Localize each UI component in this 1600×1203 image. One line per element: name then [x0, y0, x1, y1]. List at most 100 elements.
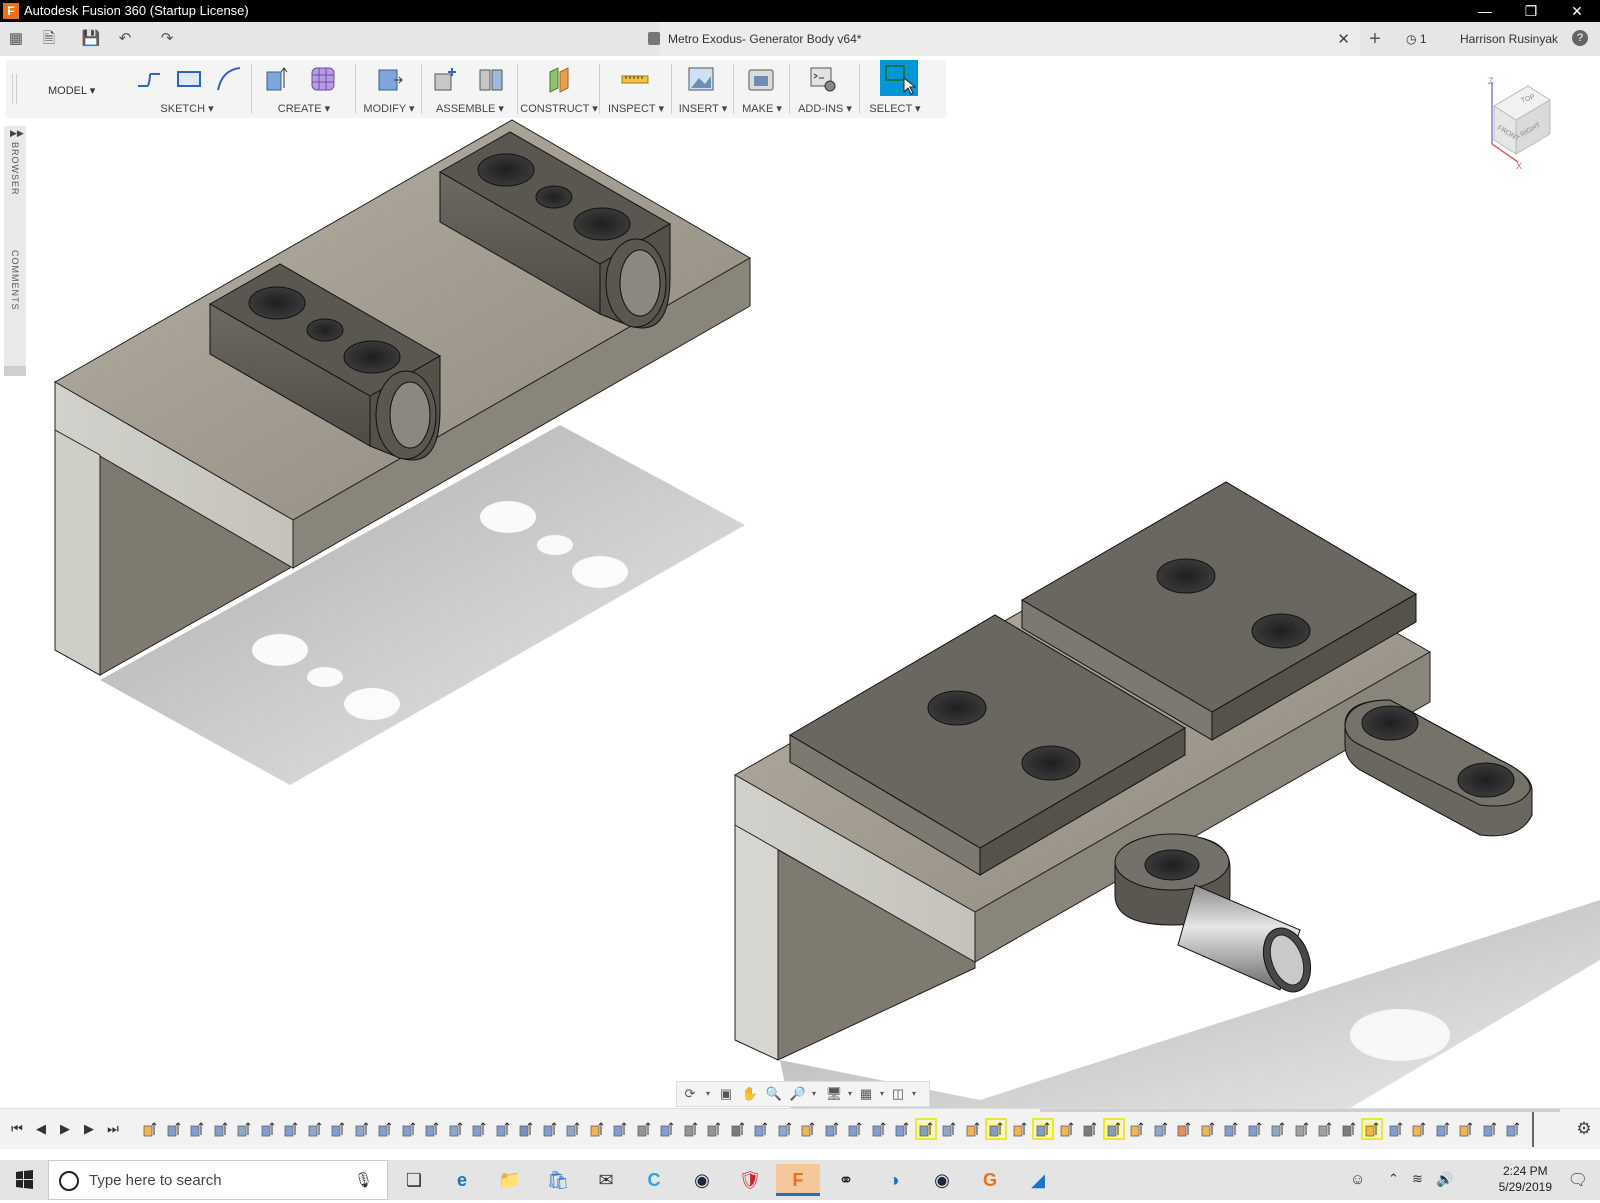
timeline-thread-feature-icon[interactable] — [636, 1121, 652, 1137]
save-icon[interactable]: 💾 — [80, 28, 102, 50]
timeline-last-icon[interactable]: ⏭ — [104, 1119, 122, 1139]
timeline-combine-feature-icon[interactable] — [518, 1121, 534, 1137]
timeline-extrude-feature-icon[interactable] — [871, 1121, 887, 1137]
xbox-icon[interactable]: ⚭ — [824, 1164, 868, 1196]
user-name[interactable]: Harrison Rusinyak — [1460, 32, 1558, 46]
timeline-extrude-feature-icon[interactable] — [1388, 1121, 1404, 1137]
offset-plane-icon[interactable] — [544, 64, 574, 94]
timeline-fillet-feature-icon[interactable] — [941, 1121, 957, 1137]
file-menu-icon[interactable]: 🗎 — [38, 28, 60, 50]
timeline-extrude-feature-icon[interactable] — [401, 1121, 417, 1137]
create-sketch-line-icon[interactable] — [134, 64, 164, 94]
modify-group[interactable]: MODIFY ▾ — [356, 60, 422, 118]
sketch-group[interactable]: SKETCH ▾ — [122, 60, 252, 118]
timeline-extrude-feature-icon[interactable] — [1247, 1121, 1263, 1137]
timeline-extrude-feature-icon[interactable] — [914, 1118, 937, 1140]
timeline-next-icon[interactable]: ▶ — [80, 1119, 98, 1139]
timeline-extrude-feature-icon[interactable] — [1482, 1121, 1498, 1137]
timeline-play-icon[interactable]: ▶ — [56, 1119, 74, 1139]
timeline-first-icon[interactable]: ⏮ — [8, 1119, 26, 1139]
timeline-extrude-feature-icon[interactable] — [1505, 1121, 1521, 1137]
taskbar-search[interactable]: Type here to search 🎙 — [48, 1160, 388, 1200]
timeline-extrude-feature-icon[interactable] — [1223, 1121, 1239, 1137]
windows-start-icon[interactable] — [0, 1160, 48, 1200]
timeline-thread-feature-icon[interactable] — [683, 1121, 699, 1137]
close-icon[interactable]: ✕ — [1554, 0, 1600, 22]
edge-browser-icon[interactable]: e — [440, 1164, 484, 1196]
timeline-move-feature-icon[interactable] — [1082, 1121, 1098, 1137]
timeline-extrude-feature-icon[interactable] — [753, 1121, 769, 1137]
timeline-extrude-feature-icon[interactable] — [847, 1121, 863, 1137]
form-icon[interactable] — [308, 64, 338, 94]
timeline-extrude-feature-icon[interactable] — [1032, 1118, 1054, 1140]
timeline-sketch-feature-icon[interactable] — [1012, 1121, 1028, 1137]
timeline-extrude-feature-icon[interactable] — [894, 1121, 910, 1137]
link-arm[interactable] — [1344, 699, 1533, 837]
app-blue-circle-icon[interactable]: ◑ — [872, 1164, 916, 1196]
notification-center-icon[interactable]: 🗨 — [1568, 1170, 1588, 1190]
zoom-icon[interactable]: 🔍 — [765, 1085, 783, 1103]
timeline-appearance-feature-icon[interactable] — [1176, 1121, 1192, 1137]
timeline-fillet-feature-icon[interactable] — [236, 1121, 252, 1137]
timeline-mirror-feature-icon[interactable] — [706, 1121, 722, 1137]
fit-dropdown-icon[interactable]: ▾ — [805, 1085, 823, 1103]
people-icon[interactable]: ☺ — [1350, 1171, 1365, 1188]
timeline-extrude-feature-icon[interactable] — [283, 1121, 299, 1137]
task-view-icon[interactable]: ❏ — [392, 1164, 436, 1196]
data-panel-grid-icon[interactable]: ▦ — [5, 28, 27, 50]
timeline-fillet-feature-icon[interactable] — [448, 1121, 464, 1137]
timeline-fillet-feature-icon[interactable] — [1270, 1121, 1286, 1137]
timeline-move-feature-icon[interactable] — [1341, 1121, 1357, 1137]
app-diagonal-icon[interactable]: ◢ — [1016, 1164, 1060, 1196]
timeline-fillet-feature-icon[interactable] — [354, 1121, 370, 1137]
microphone-icon[interactable]: 🎙 — [354, 1171, 373, 1189]
model-viewport[interactable] — [0, 118, 1600, 1108]
timeline-extrude-feature-icon[interactable] — [1435, 1121, 1451, 1137]
timeline-extrude-feature-icon[interactable] — [471, 1121, 487, 1137]
timeline-sketch-feature-icon[interactable] — [1411, 1121, 1427, 1137]
wifi-icon[interactable]: ≋ — [1412, 1171, 1423, 1187]
timeline-marker[interactable] — [1532, 1111, 1534, 1147]
timeline-extrude-feature-icon[interactable] — [189, 1121, 205, 1137]
orbit-icon[interactable]: ⟳ — [681, 1085, 699, 1103]
timeline-previous-icon[interactable]: ◀ — [32, 1119, 50, 1139]
select-tool-icon[interactable] — [880, 60, 918, 96]
timeline-extrude-feature-icon[interactable] — [824, 1121, 840, 1137]
timeline-sketch-feature-icon[interactable] — [1200, 1121, 1216, 1137]
minimize-icon[interactable]: — — [1462, 0, 1508, 22]
arc-icon[interactable] — [214, 64, 244, 94]
help-icon[interactable]: ? — [1572, 30, 1588, 46]
timeline-fillet-feature-icon[interactable] — [1153, 1121, 1169, 1137]
timeline-sketch-feature-icon[interactable] — [589, 1121, 605, 1137]
close-tab-icon[interactable]: ✕ — [1337, 30, 1350, 48]
antivirus-shield-icon[interactable]: 🛡 — [728, 1164, 772, 1196]
orbit-dropdown-icon[interactable]: ▾ — [699, 1085, 717, 1103]
timeline-extrude-feature-icon[interactable] — [495, 1121, 511, 1137]
select-group[interactable]: SELECT ▾ — [860, 60, 930, 118]
new-component-icon[interactable] — [430, 64, 460, 94]
timeline-sketch-feature-icon[interactable] — [1059, 1121, 1075, 1137]
timeline-extrude-feature-icon[interactable] — [330, 1121, 346, 1137]
timeline-settings-gear-icon[interactable]: ⚙ — [1574, 1119, 1594, 1139]
system-clock[interactable]: 2:24 PM 5/29/2019 — [1499, 1163, 1552, 1195]
tray-chevron-up-icon[interactable]: ⌃ — [1388, 1171, 1399, 1187]
extrude-icon[interactable] — [262, 64, 292, 94]
timeline-extrude-feature-icon[interactable] — [659, 1121, 675, 1137]
3d-print-icon[interactable] — [746, 64, 776, 94]
fusion-360-taskbar-icon[interactable]: F — [776, 1164, 820, 1196]
measure-icon[interactable] — [620, 64, 650, 94]
construct-group[interactable]: CONSTRUCT ▾ — [518, 60, 600, 118]
scripts-addins-icon[interactable] — [808, 64, 838, 94]
viewports-dropdown-icon[interactable]: ▾ — [905, 1085, 923, 1103]
workspace-switcher[interactable]: MODEL ▾ — [6, 60, 118, 118]
timeline-sketch-feature-icon[interactable] — [1361, 1118, 1383, 1140]
assemble-group[interactable]: ASSEMBLE ▾ — [422, 60, 518, 118]
microsoft-store-icon[interactable]: 🛍 — [536, 1164, 580, 1196]
pivot-ring-with-pin[interactable] — [1114, 833, 1319, 999]
timeline-pattern-feature-icon[interactable] — [1317, 1121, 1333, 1137]
new-tab-plus-icon[interactable]: + — [1364, 28, 1386, 50]
timeline-extrude-feature-icon[interactable] — [612, 1121, 628, 1137]
timeline-extrude-feature-icon[interactable] — [542, 1121, 558, 1137]
pan-hand-icon[interactable]: ✋ — [741, 1085, 759, 1103]
add-ins-group[interactable]: ADD-INS ▾ — [790, 60, 860, 118]
